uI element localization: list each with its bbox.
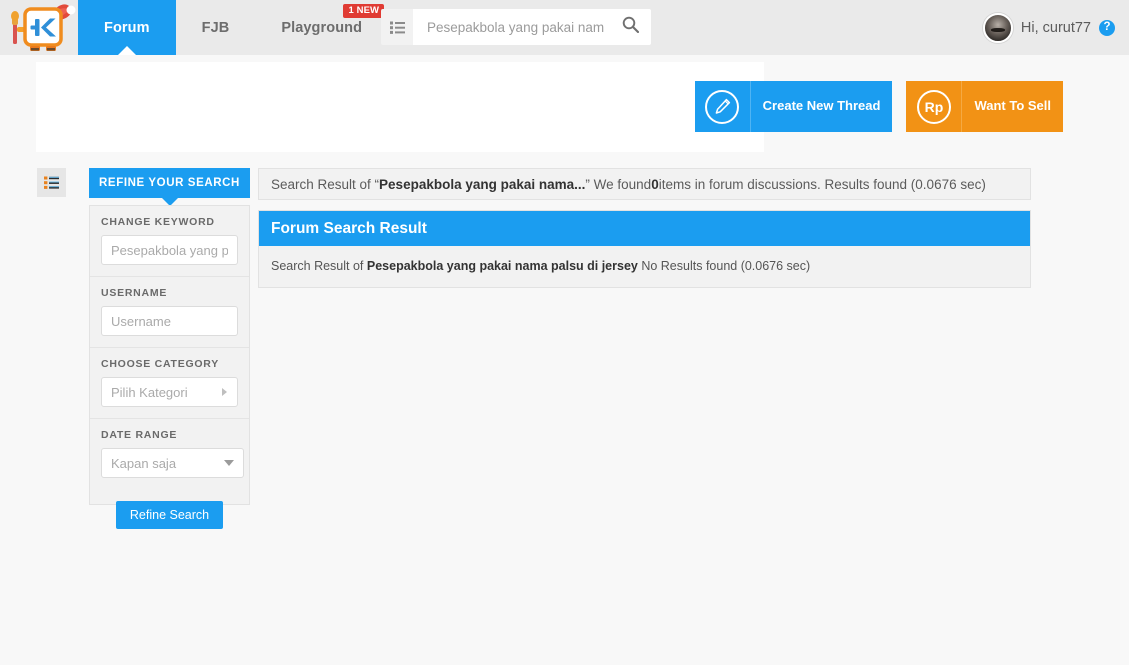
forum-search-result-panel: Forum Search Result Search Result of Pes… [258, 210, 1031, 288]
main-nav-tabs: Forum FJB Playground 1 NEW [78, 0, 388, 55]
search-input[interactable] [427, 19, 607, 35]
change-keyword-input[interactable] [101, 235, 238, 265]
tab-fjb-label: FJB [201, 19, 230, 36]
user-menu[interactable]: Hi, curut77 ? [982, 0, 1115, 55]
result-count: 0 [651, 176, 659, 192]
sidebar-toggle-button[interactable] [37, 168, 66, 197]
panel-body: Search Result of Pesepakbola yang pakai … [259, 246, 1030, 287]
refine-search-panel: CHANGE KEYWORD USERNAME CHOOSE CATEGORY … [89, 205, 250, 529]
tab-playground-label: Playground [281, 19, 363, 36]
choose-category-label: CHOOSE CATEGORY [101, 358, 220, 370]
search-box[interactable] [413, 9, 651, 45]
want-to-sell-label: Want To Sell [962, 81, 1063, 132]
date-range-label: DATE RANGE [101, 429, 178, 441]
body-suffix: No Results found (0.0676 sec) [637, 259, 811, 273]
chevron-right-icon [222, 388, 227, 396]
ad-banner [36, 62, 764, 152]
header-search [381, 9, 651, 45]
choose-category-value: Pilih Kategori [111, 384, 188, 400]
result-suffix: items in forum discussions. Results foun… [658, 176, 986, 192]
date-range-value: Kapan saja [111, 455, 177, 471]
tab-forum[interactable]: Forum [78, 0, 176, 55]
create-new-thread-button[interactable]: Create New Thread [694, 81, 893, 132]
kaskus-mascot-logo[interactable] [8, 0, 76, 62]
tab-playground[interactable]: Playground 1 NEW [255, 0, 388, 55]
pencil-icon [694, 81, 751, 132]
result-middle: ” We found [585, 176, 652, 192]
result-prefix: Search Result of “ [271, 176, 380, 192]
search-result-summary-bar: Search Result of “Pesepakbola yang pakai… [258, 168, 1031, 200]
list-toggle-icon [44, 176, 59, 189]
field-username: USERNAME [90, 277, 249, 348]
tab-fjb[interactable]: FJB [176, 0, 256, 55]
help-icon[interactable]: ? [1099, 19, 1115, 36]
body-query: Pesepakbola yang pakai nama palsu di jer… [366, 259, 638, 273]
tab-forum-label: Forum [104, 19, 150, 36]
refine-header-label: REFINE YOUR SEARCH [99, 177, 240, 189]
field-choose-category: CHOOSE CATEGORY Pilih Kategori [90, 348, 249, 419]
search-icon[interactable] [622, 16, 640, 38]
refine-search-button[interactable]: Refine Search [115, 501, 224, 529]
field-date-range: DATE RANGE Kapan saja [90, 419, 249, 489]
user-greeting: Hi, curut77 [1020, 19, 1091, 36]
result-query: Pesepakbola yang pakai nama... [379, 176, 586, 192]
refine-your-search-header[interactable]: REFINE YOUR SEARCH [89, 168, 250, 198]
field-change-keyword: CHANGE KEYWORD [90, 206, 249, 277]
choose-category-select[interactable]: Pilih Kategori [101, 377, 238, 407]
search-category-list-icon[interactable] [381, 9, 413, 45]
action-buttons: Create New Thread Rp Want To Sell [694, 81, 1063, 132]
body-prefix: Search Result of [271, 259, 367, 273]
create-new-thread-label: Create New Thread [750, 81, 893, 132]
change-keyword-label: CHANGE KEYWORD [101, 216, 215, 228]
want-to-sell-button[interactable]: Rp Want To Sell [906, 81, 1063, 132]
date-range-select[interactable]: Kapan saja [101, 448, 244, 478]
rupiah-icon: Rp [906, 81, 963, 132]
playground-new-badge: 1 NEW [343, 4, 385, 18]
top-header: Forum FJB Playground 1 NEW Pesepakbola y… [0, 0, 1129, 55]
avatar [982, 12, 1013, 43]
refine-button-row: Refine Search [90, 489, 249, 543]
rupiah-glyph: Rp [916, 89, 951, 124]
username-label: USERNAME [101, 287, 168, 299]
panel-title: Forum Search Result [259, 211, 1030, 246]
chevron-down-icon [224, 460, 234, 466]
username-input[interactable] [101, 306, 238, 336]
